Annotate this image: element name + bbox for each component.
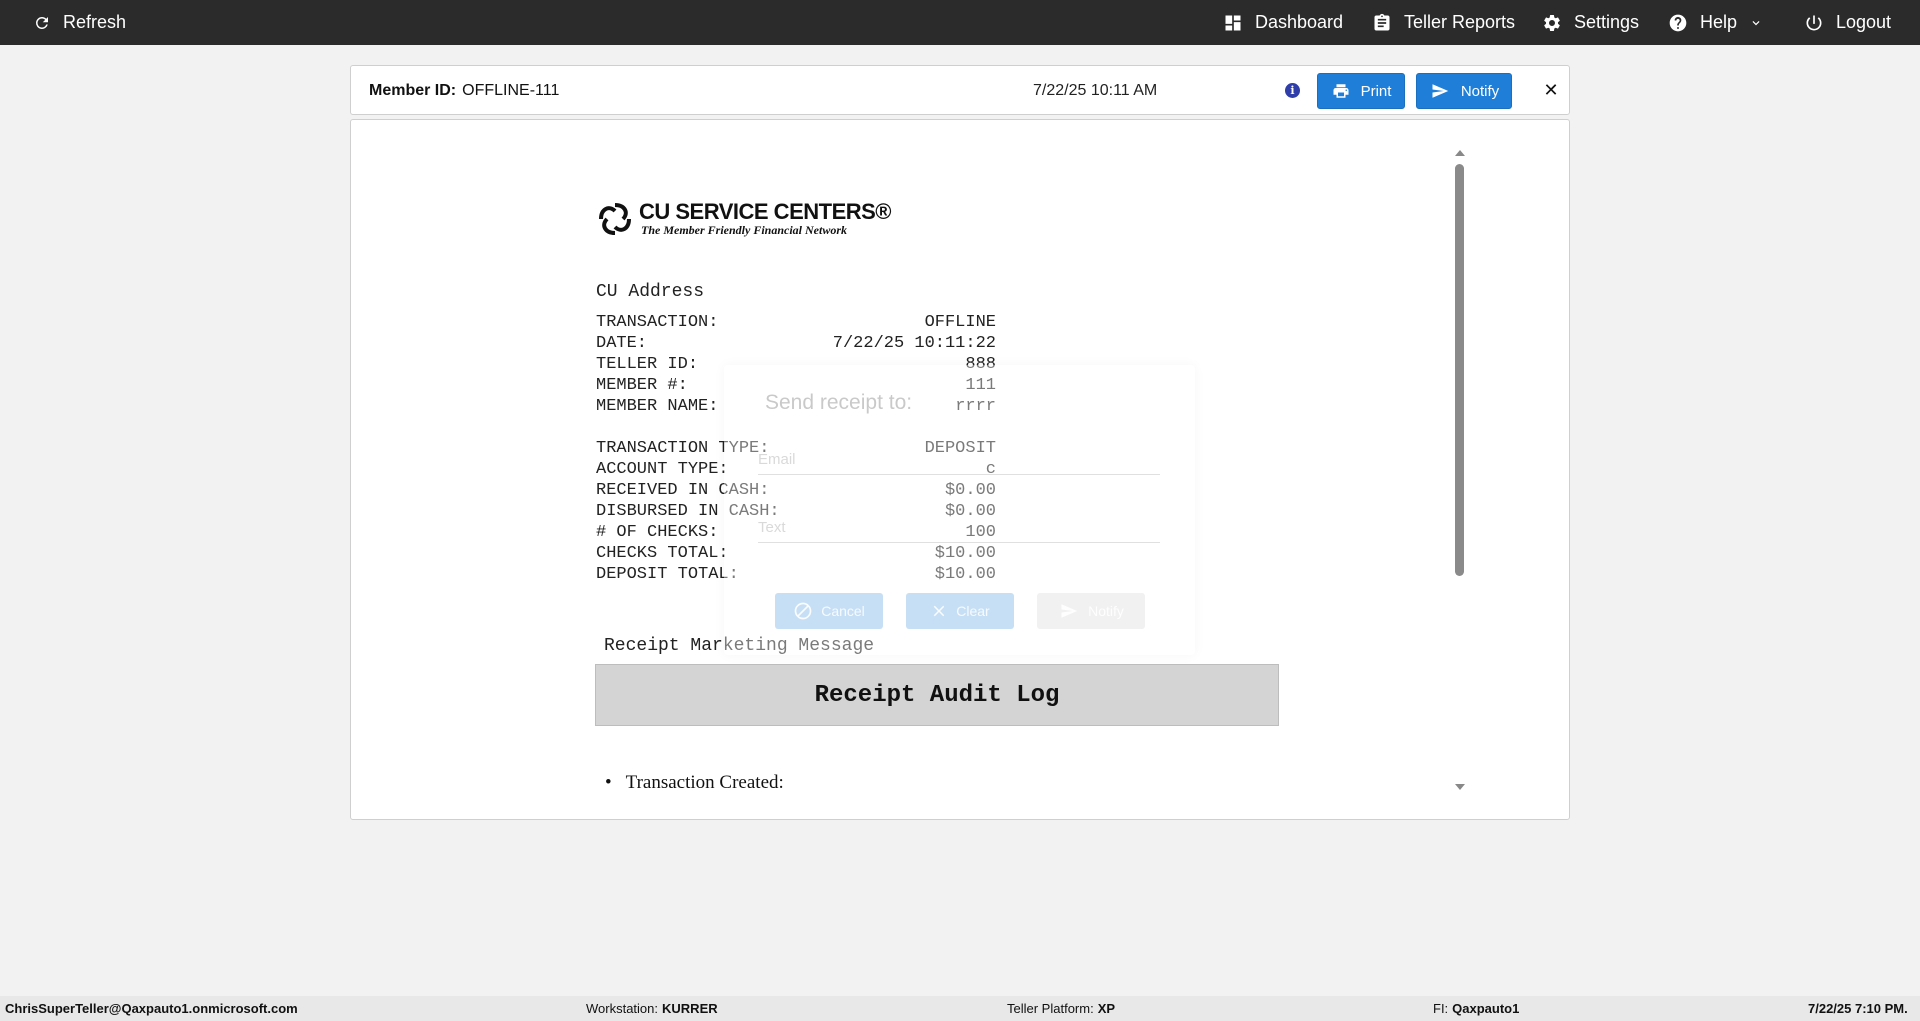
modal-notify-button[interactable]: Notify	[1037, 593, 1145, 629]
cu-logo-swirl-icon	[599, 203, 631, 235]
chevron-down-icon	[1752, 20, 1760, 25]
send-receipt-title: Send receipt to:	[765, 391, 913, 414]
scrollbar-thumb[interactable]	[1455, 164, 1464, 576]
refresh-button[interactable]: Refresh	[33, 0, 126, 45]
status-workstation: Workstation: KURRER	[586, 996, 718, 1021]
email-input[interactable]	[758, 445, 1160, 475]
row-label: MEMBER #:	[596, 376, 688, 395]
cancel-circle-icon	[794, 602, 812, 620]
transaction-date: 7/22/25 10:11 AM	[1033, 82, 1158, 99]
row-label: TELLER ID:	[596, 355, 699, 374]
dashboard-icon	[1225, 15, 1241, 30]
row-value: 7/22/25 10:11:22	[832, 334, 996, 353]
receipt-header: Member ID: OFFLINE-111 7/22/25 10:11 AM …	[350, 65, 1570, 115]
member-id-value: OFFLINE-111	[462, 82, 560, 99]
status-workstation-value: KURRER	[662, 1001, 718, 1016]
send-receipt-dialog: Send receipt to: Cancel Clear Notify	[724, 365, 1195, 655]
clear-button-label: Clear	[956, 603, 990, 619]
refresh-label: Refresh	[63, 12, 127, 32]
status-user-value: ChrisSuperTeller@Qaxpauto1.onmicrosoft.c…	[5, 1001, 298, 1016]
power-icon	[1806, 15, 1822, 30]
status-user: ChrisSuperTeller@Qaxpauto1.onmicrosoft.c…	[5, 996, 298, 1021]
status-workstation-label: Workstation:	[586, 1001, 659, 1016]
print-button[interactable]: Print	[1317, 73, 1405, 109]
status-fi-value: Qaxpauto1	[1452, 1001, 1520, 1016]
row-label: DEPOSIT TOTAL:	[596, 565, 739, 584]
nav-settings[interactable]: Settings	[1542, 0, 1639, 45]
status-bar: ChrisSuperTeller@Qaxpauto1.onmicrosoft.c…	[0, 996, 1920, 1021]
cancel-button-label: Cancel	[821, 603, 865, 619]
status-platform: Teller Platform: XP	[1007, 996, 1115, 1021]
clipboard-icon	[1374, 13, 1390, 31]
receipt-row-date: DATE: 7/22/25 10:11:22	[596, 333, 996, 354]
receipt-scrollbar[interactable]	[1452, 150, 1468, 790]
receipt-row-transaction: TRANSACTION: OFFLINE	[596, 312, 996, 333]
notify-button-label: Notify	[1460, 82, 1500, 100]
row-label: TRANSACTION:	[596, 313, 719, 332]
top-nav-bar: Refresh Dashboard Teller Reports Setting…	[0, 0, 1920, 45]
row-label: # OF CHECKS:	[596, 523, 719, 542]
status-platform-label: Teller Platform:	[1007, 1001, 1094, 1016]
help-icon	[1669, 14, 1687, 31]
notify-button[interactable]: Notify	[1416, 73, 1512, 109]
gear-icon	[1544, 14, 1560, 31]
row-label: MEMBER NAME:	[596, 397, 719, 416]
clear-x-icon	[934, 605, 945, 617]
text-input[interactable]	[758, 513, 1160, 543]
row-value: OFFLINE	[924, 313, 996, 332]
scroll-down-arrow-icon[interactable]	[1455, 784, 1465, 790]
member-id: Member ID: OFFLINE-111	[369, 66, 559, 116]
nav-logout-label: Logout	[1836, 12, 1892, 32]
info-icon[interactable]: i	[1285, 83, 1300, 98]
nav-dashboard-label: Dashboard	[1255, 12, 1344, 32]
cancel-button[interactable]: Cancel	[775, 593, 883, 629]
row-label: DATE:	[596, 334, 648, 353]
nav-help[interactable]: Help	[1668, 0, 1763, 45]
row-label: CHECKS TOTAL:	[596, 544, 729, 563]
row-label: ACCOUNT TYPE:	[596, 460, 729, 479]
status-datetime: 7/22/25 7:10 PM.	[1808, 996, 1908, 1021]
cu-address: CU Address	[596, 282, 705, 302]
status-datetime-value: 7/22/25 7:10 PM.	[1808, 1001, 1908, 1016]
nav-teller-reports-label: Teller Reports	[1404, 12, 1516, 32]
status-platform-value: XP	[1097, 1001, 1116, 1016]
cu-logo: CU SERVICE CENTERS® The Member Friendly …	[595, 198, 892, 240]
status-fi: FI: Qaxpauto1	[1433, 996, 1519, 1021]
logo-title: CU SERVICE CENTERS®	[639, 198, 892, 224]
audit-log-title: Receipt Audit Log	[595, 664, 1279, 726]
close-icon[interactable]: ✕	[1537, 76, 1565, 104]
printer-icon	[1333, 84, 1349, 98]
member-id-label: Member ID:	[369, 82, 457, 99]
nav-settings-label: Settings	[1574, 12, 1640, 32]
status-fi-label: FI:	[1433, 1001, 1449, 1016]
modal-notify-label: Notify	[1088, 603, 1124, 619]
logo-tagline: The Member Friendly Financial Network	[641, 222, 848, 237]
nav-help-label: Help	[1700, 12, 1738, 32]
scroll-up-arrow-icon[interactable]	[1455, 150, 1465, 156]
send-icon	[1432, 84, 1449, 98]
refresh-icon	[35, 16, 48, 29]
nav-teller-reports[interactable]: Teller Reports	[1372, 0, 1515, 45]
send-icon	[1061, 604, 1078, 618]
nav-dashboard[interactable]: Dashboard	[1223, 0, 1343, 45]
nav-logout[interactable]: Logout	[1804, 0, 1891, 45]
clear-button[interactable]: Clear	[906, 593, 1014, 629]
print-button-label: Print	[1360, 82, 1392, 100]
audit-log-item: Transaction Created:	[605, 772, 784, 794]
